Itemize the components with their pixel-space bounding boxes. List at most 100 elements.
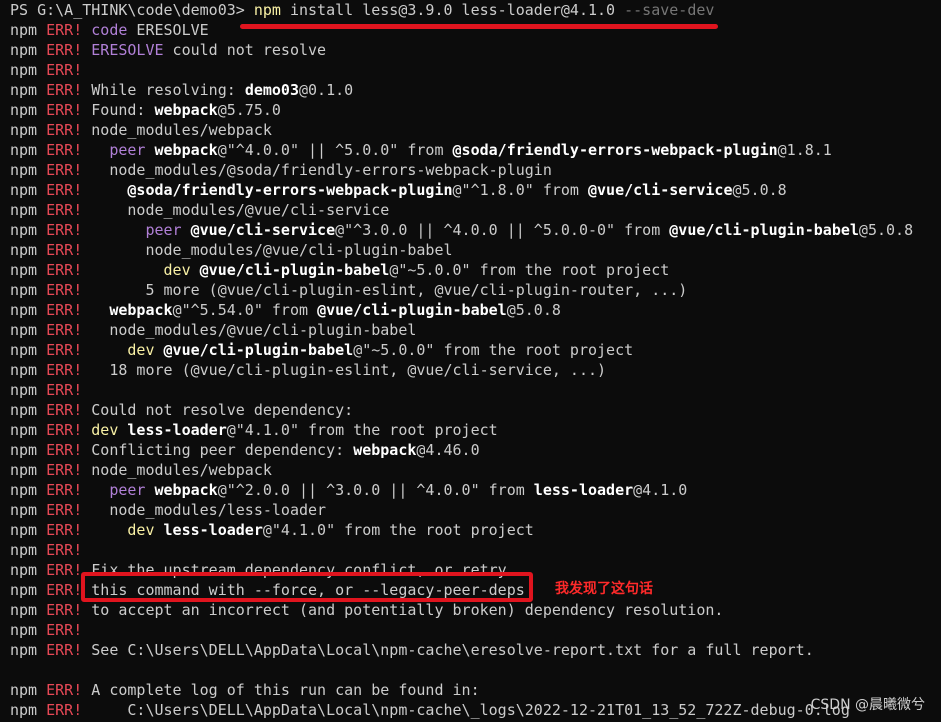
terminal-text: npm <box>10 301 47 319</box>
terminal-text: ERR! <box>46 581 83 599</box>
terminal-text: ERR! <box>46 621 83 639</box>
terminal-text: @"^1.8.0" from <box>452 181 588 199</box>
terminal-text: Conflicting peer dependency: <box>82 441 354 459</box>
terminal-text: npm <box>10 561 47 579</box>
terminal-line: npm ERR! node_modules/webpack <box>10 120 941 140</box>
terminal-text: ERR! <box>46 321 83 339</box>
terminal-text: @vue/cli-plugin-babel <box>669 221 859 239</box>
terminal-text: npm <box>10 421 47 439</box>
terminal-text: @"^3.0.0 || ^4.0.0 || ^5.0.0-0" from <box>335 221 670 239</box>
terminal-text: @vue/cli-service <box>587 181 733 199</box>
terminal-line: npm ERR! node_modules/less-loader <box>10 500 941 520</box>
terminal-line: npm ERR! @soda/friendly-errors-webpack-p… <box>10 180 941 200</box>
terminal-line: npm ERR! node_modules/@vue/cli-plugin-ba… <box>10 240 941 260</box>
terminal-text: @5.0.8 <box>732 181 787 199</box>
terminal-text: ERR! <box>46 361 83 379</box>
terminal-text: demo03 <box>244 81 299 99</box>
terminal-text: ERR! <box>46 301 83 319</box>
terminal-line: npm ERR! dev less-loader@"4.1.0" from th… <box>10 520 941 540</box>
terminal-text: ERR! <box>46 281 83 299</box>
terminal-text: ERR! <box>46 21 83 39</box>
terminal-text: @1.8.1 <box>777 141 832 159</box>
terminal-text: webpack <box>154 101 218 119</box>
terminal-text: While resolving: <box>82 81 245 99</box>
terminal-text: npm <box>10 21 47 39</box>
terminal-text: dev <box>127 521 155 539</box>
terminal-text: ERR! <box>46 521 83 539</box>
terminal-text: ERR! <box>46 401 83 419</box>
terminal-text: npm <box>10 461 47 479</box>
terminal-text: Could not resolve dependency: <box>82 401 354 419</box>
terminal-text: ERR! <box>46 221 83 239</box>
terminal-line: PS G:\A_THINK\code\demo03> npm install l… <box>10 0 941 20</box>
terminal-text: A complete log of this run can be found … <box>82 681 480 699</box>
terminal-text: npm <box>10 321 47 339</box>
terminal-text: less-loader <box>163 521 263 539</box>
terminal-line: npm ERR! 5 more (@vue/cli-plugin-eslint,… <box>10 280 941 300</box>
terminal-text: @soda/friendly-errors-webpack-plugin <box>127 181 453 199</box>
terminal-text: ERESOLVE <box>127 21 209 39</box>
terminal-text: npm <box>10 221 47 239</box>
terminal-text: npm <box>10 441 47 459</box>
terminal-line: npm ERR! node_modules/@vue/cli-service <box>10 200 941 220</box>
terminal-text: ERR! <box>46 501 83 519</box>
terminal-text: node_modules/webpack <box>82 461 272 479</box>
terminal-text: webpack <box>353 441 417 459</box>
terminal-output: PS G:\A_THINK\code\demo03> npm install l… <box>0 0 941 722</box>
terminal-line: npm ERR! While resolving: demo03@0.1.0 <box>10 80 941 100</box>
terminal-text: ERR! <box>46 561 83 579</box>
terminal-text: PS G:\A_THINK\code\demo03> <box>10 1 254 19</box>
terminal-text: npm <box>10 201 47 219</box>
terminal-text: npm <box>10 501 47 519</box>
terminal-text: ERR! <box>46 381 83 399</box>
terminal-text: See C:\Users\DELL\AppData\Local\npm-cach… <box>82 641 814 659</box>
terminal-text: 18 more (@vue/cli-plugin-eslint, @vue/cl… <box>82 361 607 379</box>
terminal-text: dev <box>163 261 191 279</box>
terminal-text: npm <box>10 81 47 99</box>
terminal-line: npm ERR! See C:\Users\DELL\AppData\Local… <box>10 640 941 660</box>
terminal-text: @vue/cli-plugin-babel <box>163 341 354 359</box>
terminal-text: ERR! <box>46 161 83 179</box>
terminal-text: @"~5.0.0" from the root project <box>353 341 634 359</box>
terminal-text: node_modules/@vue/cli-plugin-babel <box>82 321 417 339</box>
terminal-text: @vue/cli-plugin-babel <box>317 301 507 319</box>
terminal-text: @"^2.0.0 || ^3.0.0 || ^4.0.0" from <box>217 481 534 499</box>
annotation-note: 我发现了这句话 <box>555 581 653 597</box>
terminal-text: npm <box>10 61 47 79</box>
terminal-line: npm ERR! code ERESOLVE <box>10 20 941 40</box>
terminal-text: ERR! <box>46 541 83 559</box>
terminal-line: npm ERR! node_modules/webpack <box>10 460 941 480</box>
terminal-line: npm ERR! webpack@"^5.54.0" from @vue/cli… <box>10 300 941 320</box>
terminal-text: --save-dev <box>624 1 715 19</box>
terminal-line: npm ERR! 18 more (@vue/cli-plugin-eslint… <box>10 360 941 380</box>
terminal-line: npm ERR! Could not resolve dependency: <box>10 400 941 420</box>
terminal-line: npm ERR! dev @vue/cli-plugin-babel@"~5.0… <box>10 260 941 280</box>
command-underline-highlight <box>240 24 718 29</box>
terminal-text: npm <box>10 281 47 299</box>
terminal-text: peer <box>145 221 182 239</box>
terminal-text: dev <box>127 341 155 359</box>
terminal-text: ERR! <box>46 261 83 279</box>
terminal-line: npm ERR! Found: webpack@5.75.0 <box>10 100 941 120</box>
terminal-text: npm <box>10 121 47 139</box>
terminal-text: npm <box>10 541 47 559</box>
terminal-text: install less@3.9.0 less-loader@4.1.0 <box>280 1 625 19</box>
terminal-text: @0.1.0 <box>299 81 354 99</box>
terminal-text: @4.1.0 <box>633 481 688 499</box>
terminal-text: ERR! <box>46 341 83 359</box>
terminal-text: @"^5.54.0" from <box>172 301 318 319</box>
terminal-text: npm <box>10 241 47 259</box>
